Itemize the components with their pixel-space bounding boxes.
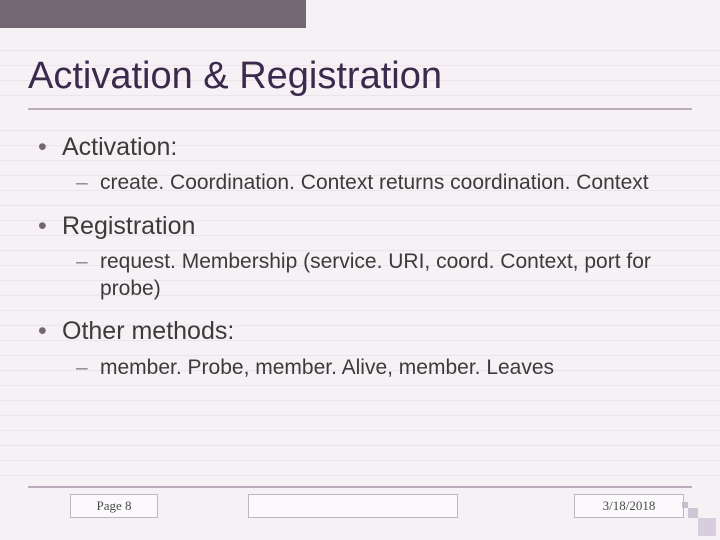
bullet-label: Registration [62,212,195,240]
bullet-label: Other methods: [62,317,234,345]
title-underline [28,108,692,110]
sub-list: request. Membership (service. URI, coord… [62,248,692,303]
sub-item: request. Membership (service. URI, coord… [100,248,682,303]
slide-title: Activation & Registration [28,55,692,98]
bullet-label: Activation: [62,133,177,161]
sub-list: create. Coordination. Context returns co… [62,169,692,196]
bullet-item: Other methods: member. Probe, member. Al… [62,316,692,381]
bullet-list: Activation: create. Coordination. Contex… [28,132,692,381]
sub-item: member. Probe, member. Alive, member. Le… [100,354,682,381]
slide-footer: Page 8 3/18/2018 [0,492,720,530]
slide-content: Activation & Registration Activation: cr… [0,0,720,540]
bullet-item: Activation: create. Coordination. Contex… [62,132,692,197]
header-accent-bar [0,0,306,28]
sub-list: member. Probe, member. Alive, member. Le… [62,354,692,381]
footer-center-box [248,494,458,518]
sub-item: create. Coordination. Context returns co… [100,169,682,196]
corner-decoration [680,500,716,536]
bullet-item: Registration request. Membership (servic… [62,211,692,303]
date-box: 3/18/2018 [574,494,684,518]
page-number-box: Page 8 [70,494,158,518]
footer-rule [28,486,692,488]
